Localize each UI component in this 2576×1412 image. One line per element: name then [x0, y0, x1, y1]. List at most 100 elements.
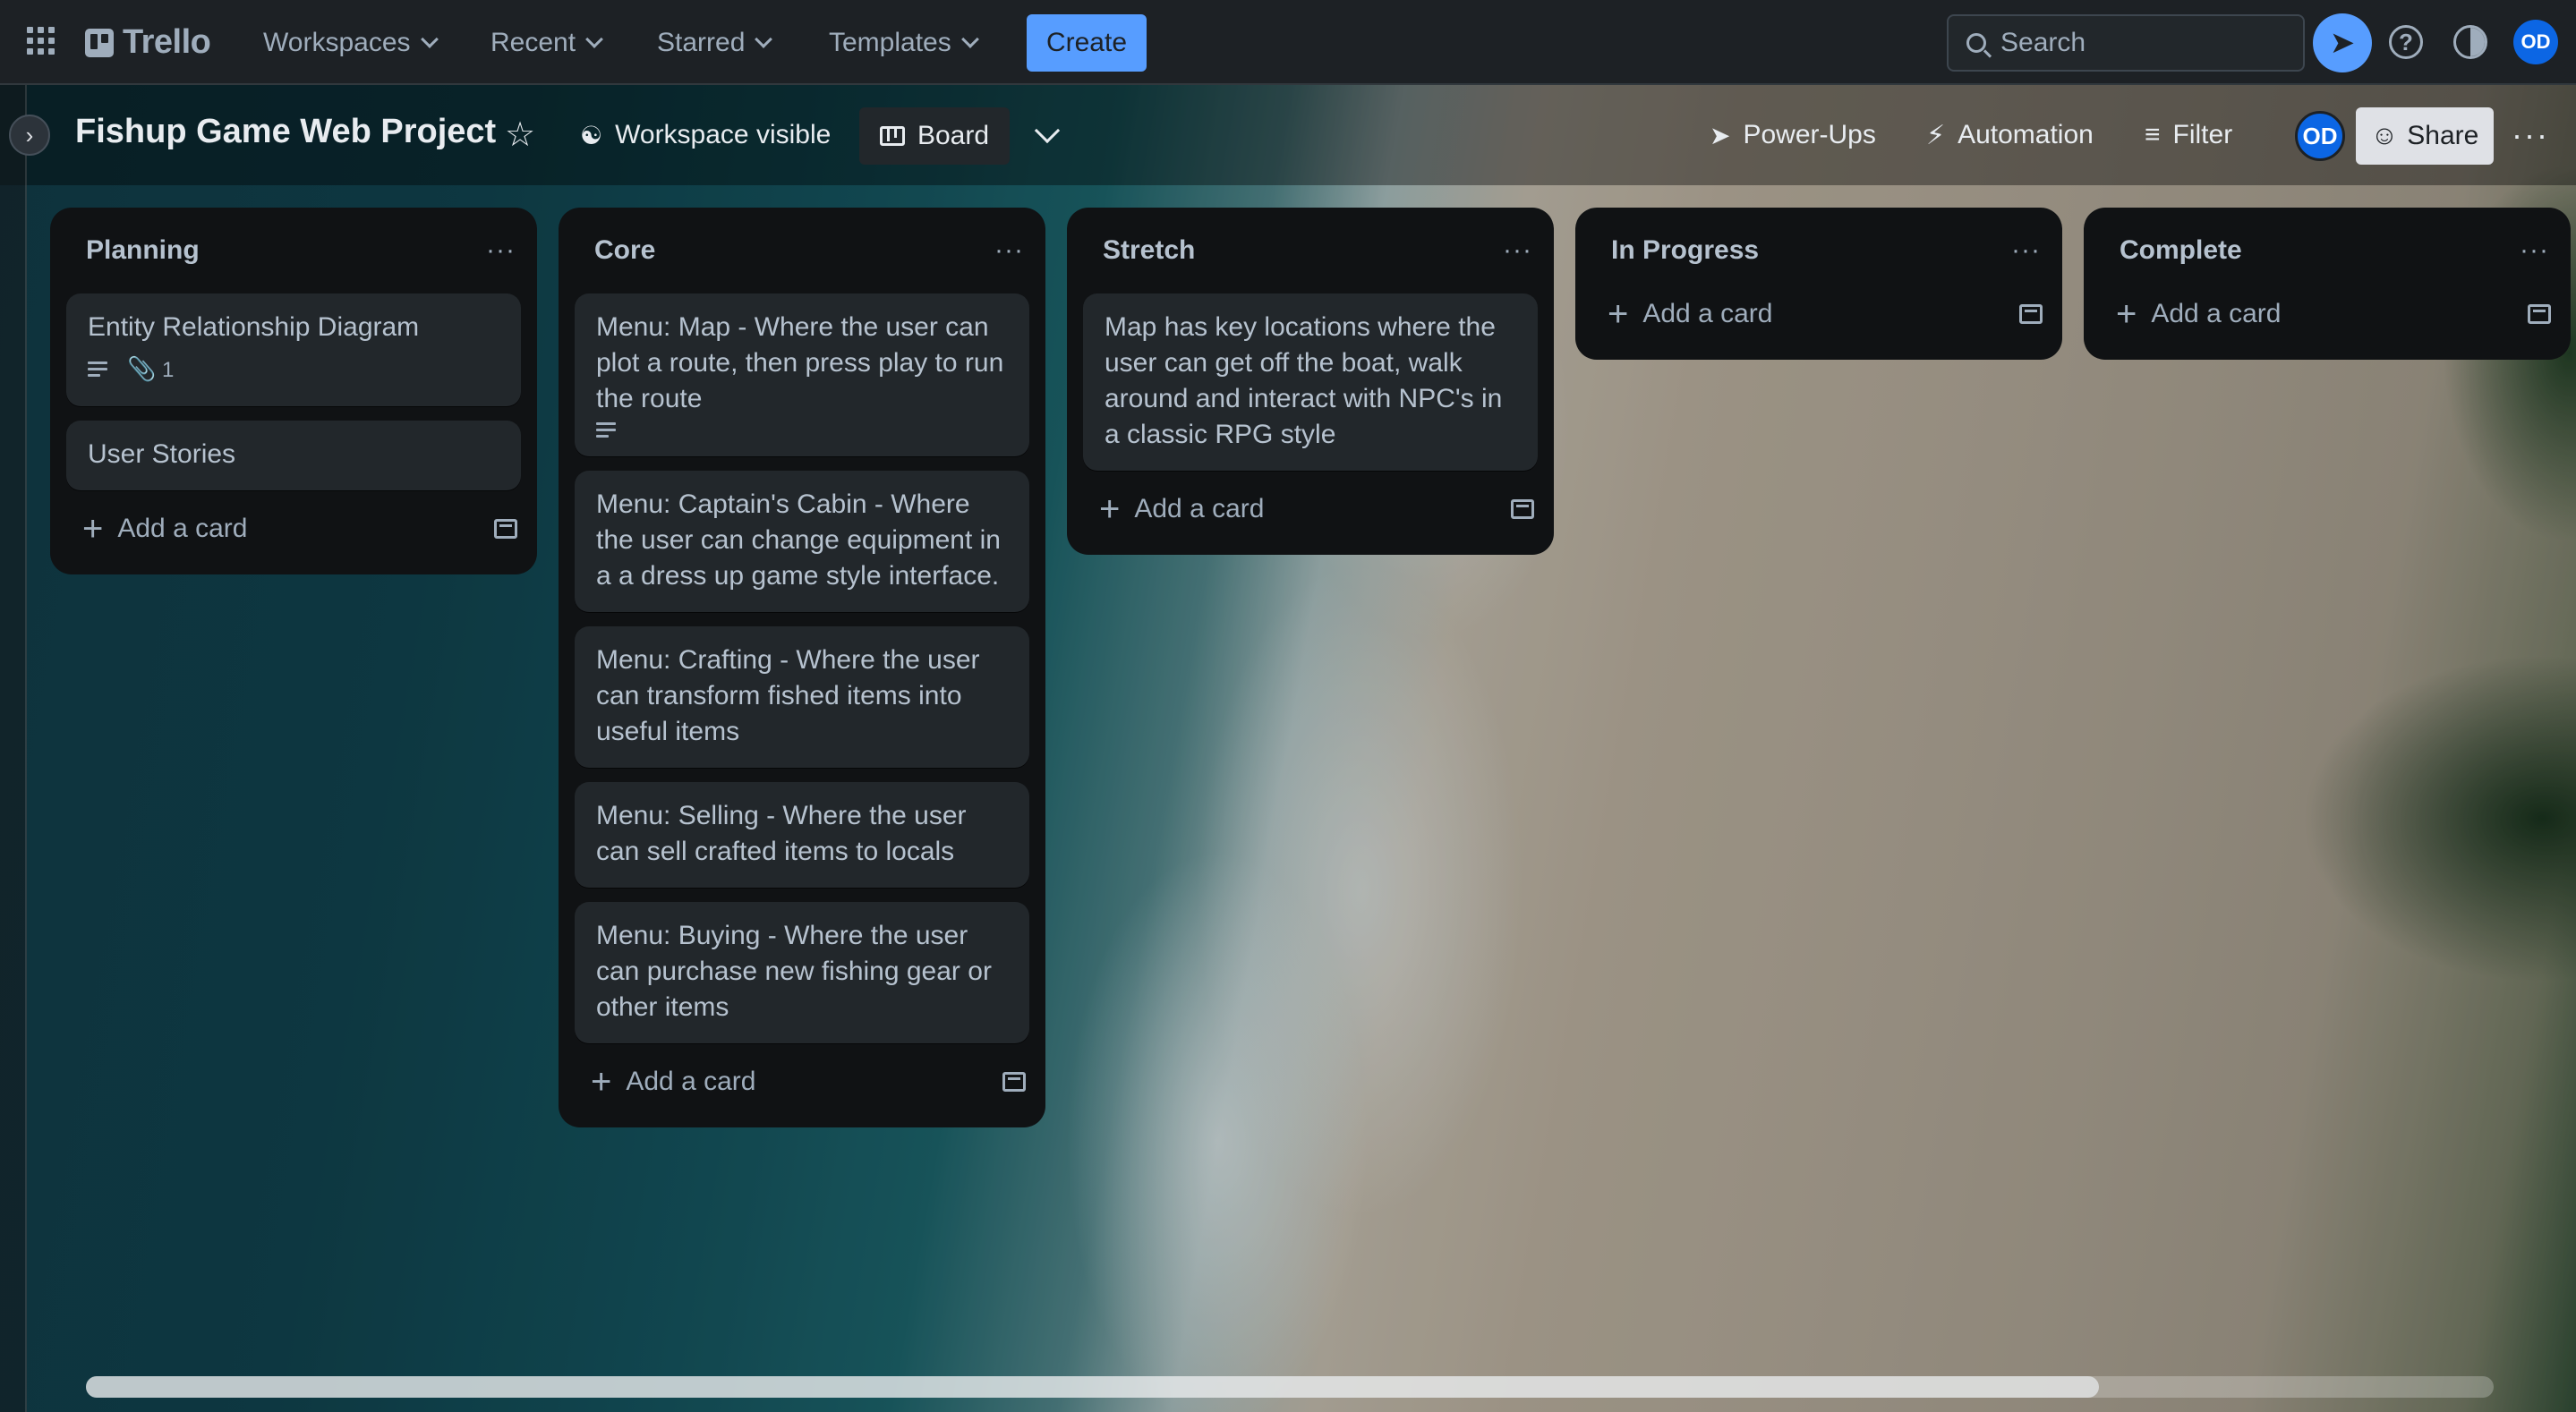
- automation-button[interactable]: ⚡ Automation: [1926, 113, 2094, 157]
- list-menu-icon[interactable]: ···: [1503, 235, 1532, 266]
- app-switcher-icon[interactable]: [27, 27, 57, 57]
- list-menu-icon[interactable]: ···: [2520, 235, 2549, 266]
- star-icon[interactable]: ☆: [505, 115, 535, 155]
- list-title[interactable]: Complete: [2120, 235, 2242, 266]
- chevron-down-icon: [960, 30, 979, 48]
- board-title[interactable]: Fishup Game Web Project: [75, 113, 496, 151]
- add-card-button[interactable]: + Add a card: [82, 509, 248, 549]
- list-menu-icon[interactable]: ···: [486, 235, 516, 266]
- card[interactable]: User Stories: [66, 421, 521, 490]
- board-view-button[interactable]: Board: [859, 107, 1010, 165]
- card[interactable]: Menu: Map - Where the user can plot a ro…: [575, 293, 1029, 456]
- expand-sidebar-icon[interactable]: ›: [9, 115, 50, 156]
- card[interactable]: Menu: Selling - Where the user can sell …: [575, 782, 1029, 888]
- attachment-badge: 📎 1: [127, 351, 174, 388]
- create-button[interactable]: Create: [1027, 14, 1147, 72]
- add-card-label: Add a card: [1642, 299, 1773, 328]
- card[interactable]: Menu: Captain's Cabin - Where the user c…: [575, 471, 1029, 612]
- nav-templates[interactable]: Templates: [829, 18, 979, 68]
- card-title: Menu: Captain's Cabin - Where the user c…: [596, 489, 1001, 591]
- card[interactable]: Entity Relationship Diagram 📎 1: [66, 293, 521, 406]
- list-complete: Complete ··· + Add a card: [2084, 208, 2571, 360]
- card-title: Entity Relationship Diagram: [88, 312, 420, 342]
- help-icon[interactable]: ?: [2389, 25, 2423, 59]
- add-card-label: Add a card: [2151, 299, 2282, 328]
- paperclip-icon: 📎: [127, 355, 157, 382]
- card-title: Menu: Buying - Where the user can purcha…: [596, 921, 992, 1022]
- description-icon: [88, 362, 107, 378]
- scrollbar-thumb[interactable]: [86, 1376, 2099, 1398]
- account-avatar[interactable]: OD: [2513, 20, 2558, 64]
- nav-workspaces[interactable]: Workspaces: [263, 18, 439, 68]
- card-title: Menu: Map - Where the user can plot a ro…: [596, 312, 1004, 413]
- add-card-label: Add a card: [117, 514, 248, 543]
- automation-label: Automation: [1958, 120, 2094, 149]
- power-ups-label: Power-Ups: [1743, 120, 1876, 149]
- nav-recent-label: Recent: [490, 28, 576, 57]
- chevron-down-icon: [420, 30, 439, 48]
- collapsed-sidebar: [0, 85, 27, 1412]
- list-in-progress: In Progress ··· + Add a card: [1575, 208, 2062, 360]
- list-title[interactable]: Stretch: [1103, 235, 1195, 266]
- plus-icon: +: [82, 509, 104, 549]
- board-menu-icon[interactable]: ···: [2512, 116, 2549, 154]
- top-navigation: Trello Workspaces Recent Starred Templat…: [0, 0, 2576, 85]
- add-card-button[interactable]: + Add a card: [1608, 294, 1773, 334]
- plus-icon: +: [591, 1062, 612, 1102]
- add-card-button[interactable]: + Add a card: [2116, 294, 2282, 334]
- plus-icon: +: [1608, 294, 1629, 334]
- filter-button[interactable]: ≡ Filter: [2145, 113, 2232, 157]
- rocket-icon: ➤: [1710, 121, 1731, 149]
- list-stretch: Stretch ··· Map has key locations where …: [1067, 208, 1554, 555]
- card-template-icon[interactable]: [494, 519, 517, 539]
- visibility-button[interactable]: ☯ Workspace visible: [580, 113, 831, 157]
- add-card-button[interactable]: + Add a card: [591, 1062, 756, 1102]
- share-button[interactable]: ☺ Share: [2356, 107, 2494, 165]
- card-title: User Stories: [88, 439, 236, 469]
- list-title[interactable]: Core: [594, 235, 655, 266]
- power-ups-button[interactable]: ➤ Power-Ups: [1710, 113, 1876, 157]
- trello-logo[interactable]: Trello: [85, 23, 211, 62]
- add-card-button[interactable]: + Add a card: [1099, 489, 1265, 529]
- notifications-icon[interactable]: ➤: [2313, 13, 2372, 72]
- theme-toggle-icon[interactable]: [2453, 25, 2487, 59]
- list-menu-icon[interactable]: ···: [2011, 235, 2041, 266]
- list-core: Core ··· Menu: Map - Where the user can …: [559, 208, 1045, 1127]
- card[interactable]: Map has key locations where the user can…: [1083, 293, 1538, 471]
- card[interactable]: Menu: Buying - Where the user can purcha…: [575, 902, 1029, 1043]
- add-card-label: Add a card: [626, 1067, 756, 1096]
- list-menu-icon[interactable]: ···: [994, 235, 1024, 266]
- chevron-down-icon: [755, 30, 773, 48]
- filter-icon: ≡: [2145, 120, 2161, 149]
- chevron-down-icon: [585, 30, 603, 48]
- card-template-icon[interactable]: [2528, 304, 2551, 324]
- card[interactable]: Menu: Crafting - Where the user can tran…: [575, 626, 1029, 768]
- add-card-label: Add a card: [1134, 494, 1265, 523]
- list-planning: Planning ··· Entity Relationship Diagram…: [50, 208, 537, 574]
- nav-workspaces-label: Workspaces: [263, 28, 411, 57]
- list-title[interactable]: Planning: [86, 235, 200, 266]
- plus-icon: +: [2116, 294, 2137, 334]
- card-template-icon[interactable]: [1511, 499, 1534, 519]
- nav-templates-label: Templates: [829, 28, 951, 57]
- visibility-label: Workspace visible: [615, 120, 832, 149]
- board-member-avatar[interactable]: OD: [2295, 111, 2345, 161]
- board-view-label: Board: [917, 121, 990, 150]
- search-input[interactable]: Search: [1947, 14, 2305, 72]
- nav-starred[interactable]: Starred: [657, 18, 773, 68]
- plus-icon: +: [1099, 489, 1121, 529]
- attachment-count: 1: [162, 358, 175, 382]
- card-title: Map has key locations where the user can…: [1105, 312, 1503, 449]
- trello-logo-icon: [85, 28, 114, 57]
- people-icon: ☯: [580, 121, 603, 149]
- nav-starred-label: Starred: [657, 28, 746, 57]
- card-template-icon[interactable]: [2019, 304, 2043, 324]
- card-template-icon[interactable]: [1002, 1072, 1026, 1092]
- filter-label: Filter: [2172, 120, 2233, 149]
- board-icon: [879, 126, 905, 146]
- search-icon: [1966, 33, 1986, 53]
- search-placeholder: Search: [2000, 28, 2086, 57]
- lightning-icon: ⚡: [1926, 120, 1946, 150]
- list-title[interactable]: In Progress: [1611, 235, 1759, 266]
- nav-recent[interactable]: Recent: [490, 18, 603, 68]
